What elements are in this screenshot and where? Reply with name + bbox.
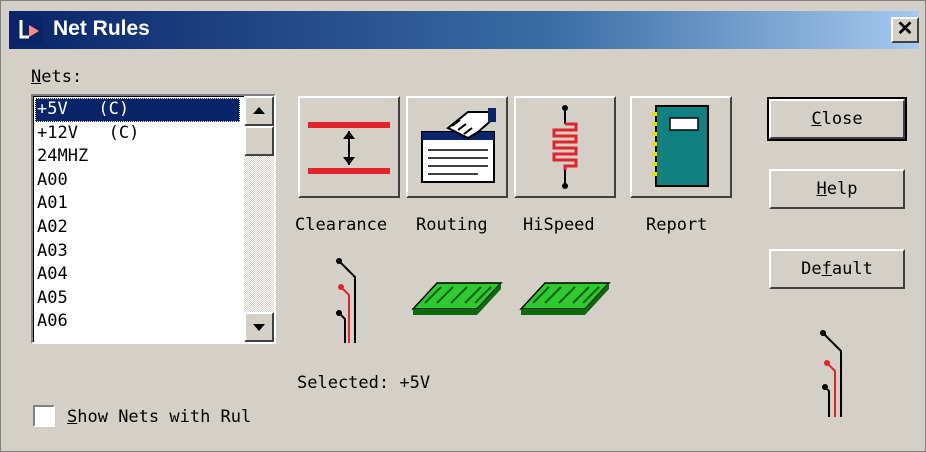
list-item[interactable]: A04 [35,263,240,287]
clearance-icon [308,122,390,174]
list-item[interactable]: +5V (C) [35,98,240,122]
clearance-button[interactable] [298,96,400,198]
trace-route-icon [820,330,842,417]
app-icon [15,17,43,43]
show-nets-checkbox[interactable] [33,405,55,427]
arrow-down-icon [253,324,265,331]
title-bar[interactable]: Net Rules ✕ [9,11,919,49]
close-window-button[interactable]: ✕ [891,17,919,43]
clearance-label: Clearance [295,215,388,235]
pcb-board-icon [519,282,611,315]
list-item[interactable]: A02 [35,216,240,240]
hispeed-button[interactable] [514,96,616,198]
routing-icon [421,108,496,183]
nets-scrollbar[interactable] [244,96,274,342]
list-item[interactable]: A06 [35,310,240,334]
routing-button[interactable] [406,96,508,198]
list-item[interactable]: A00 [35,169,240,193]
close-icon: ✕ [896,18,914,40]
nets-listbox[interactable]: +5V (C) +12V (C) 24MHZ A00 A01 A02 A03 A… [31,94,276,344]
hispeed-icon [552,105,578,189]
nets-list[interactable]: +5V (C) +12V (C) 24MHZ A00 A01 A02 A03 A… [35,98,240,334]
nets-label: Nets: [31,67,83,87]
scroll-down-button[interactable] [244,312,274,342]
report-button[interactable] [630,96,732,198]
window-title: Net Rules [53,17,150,40]
hispeed-label: HiSpeed [523,215,595,235]
routing-label: Routing [416,215,488,235]
report-label: Report [646,215,708,235]
scroll-up-button[interactable] [244,96,274,126]
arrow-up-icon [253,107,265,114]
scroll-thumb[interactable] [244,126,274,156]
default-button[interactable]: Default [769,249,905,289]
help-button[interactable]: Help [769,169,905,209]
list-item[interactable]: 24MHZ [35,145,240,169]
report-icon [652,105,709,187]
pcb-board-icon [411,282,503,315]
selected-net-text: Selected: +5V [297,373,431,393]
list-item[interactable]: A01 [35,192,240,216]
list-item[interactable]: A03 [35,240,240,264]
net-rules-dialog: Net Rules ✕ Nets: +5V (C) +12V (C) 24MHZ… [0,0,926,452]
trace-route-icon [336,258,356,343]
close-button[interactable]: Close [767,97,907,141]
list-item[interactable]: A05 [35,287,240,311]
show-nets-label[interactable]: Show Nets with Rul [67,407,251,427]
list-item[interactable]: +12V (C) [35,122,240,146]
